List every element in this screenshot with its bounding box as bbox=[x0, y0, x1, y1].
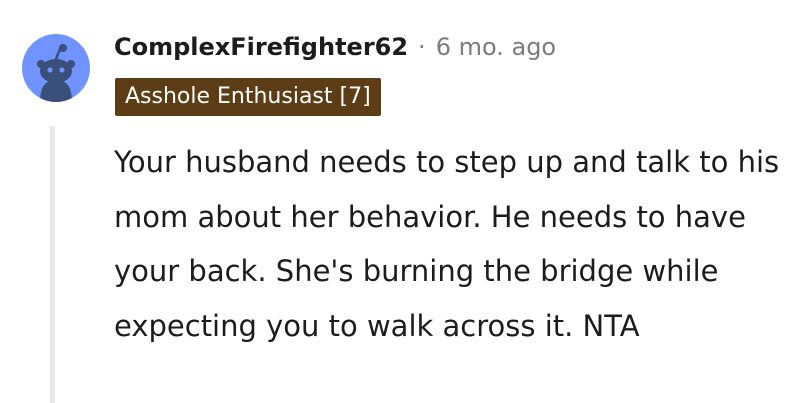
thread-line[interactable] bbox=[50, 126, 55, 403]
snoo-avatar-icon[interactable] bbox=[22, 34, 90, 102]
user-flair-badge: Asshole Enthusiast [7] bbox=[115, 78, 381, 116]
comment: ComplexFirefighter62 · 6 mo. ago Asshole… bbox=[0, 0, 805, 403]
meta-separator: · bbox=[418, 33, 426, 61]
author-username[interactable]: ComplexFirefighter62 bbox=[114, 33, 408, 61]
comment-body: Your husband needs to step up and talk t… bbox=[114, 145, 780, 343]
comment-timestamp[interactable]: 6 mo. ago bbox=[436, 33, 556, 61]
comment-meta: ComplexFirefighter62 · 6 mo. ago bbox=[114, 29, 556, 65]
